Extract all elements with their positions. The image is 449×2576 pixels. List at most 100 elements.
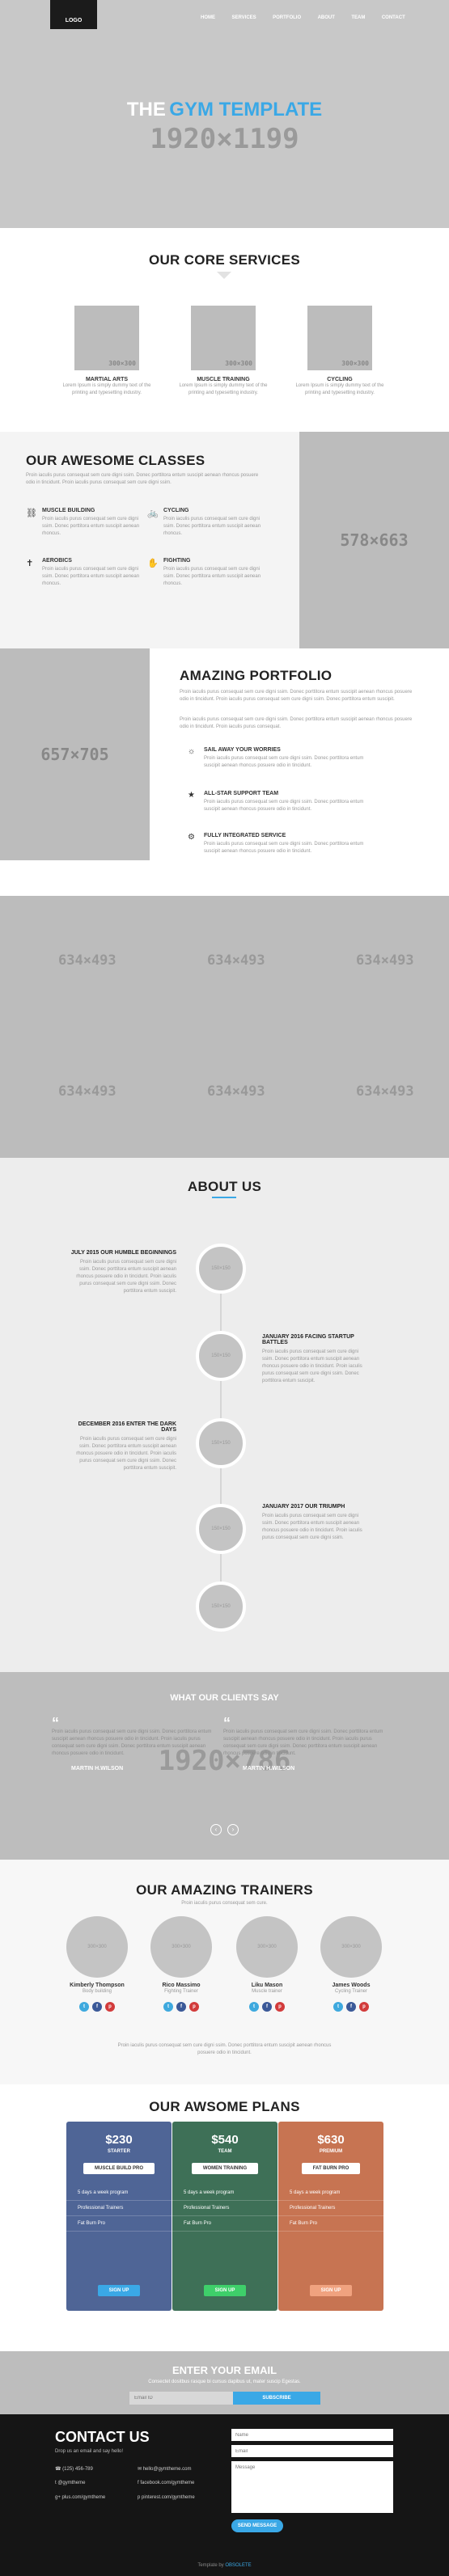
gallery-tile[interactable]: 634×493 xyxy=(58,952,116,969)
class-name: FIGHTING xyxy=(163,558,191,564)
event-desc: Proin iaculis purus consequat sem cure d… xyxy=(262,1514,362,1540)
contact-phone: ☎ (125) 456-789 xyxy=(55,2466,93,2472)
aerobics-icon: ✝ xyxy=(26,559,34,568)
trainer-photo: 300×300 xyxy=(320,1916,382,1978)
testimonials-title: WHAT OUR CLIENTS SAY xyxy=(170,1693,279,1703)
send-message-button[interactable]: SEND MESSAGE xyxy=(231,2519,283,2532)
footer-credit: Template by OBSOLETE xyxy=(0,2563,449,2568)
plan-tier: TEAM xyxy=(218,2149,232,2154)
gallery-tile[interactable]: 634×493 xyxy=(207,1083,265,1100)
trainer-role: Fighting Trainer xyxy=(164,1989,198,1994)
contact-title: CONTACT US xyxy=(55,2429,150,2445)
nav-services[interactable]: SERVICES xyxy=(231,15,256,20)
class-desc: Proin iaculis purus consequat sem cure d… xyxy=(163,567,261,586)
nav-contact[interactable]: CONTACT xyxy=(382,15,405,20)
contact-pinterest[interactable]: p pinterest.com/gymtheme xyxy=(138,2495,195,2500)
gallery-tile[interactable]: 634×493 xyxy=(356,1083,414,1100)
facebook-icon[interactable]: f xyxy=(262,2002,272,2012)
signup-button[interactable]: SIGN UP xyxy=(203,2285,247,2296)
classes-title: OUR AWESOME CLASSES xyxy=(26,453,205,468)
nav-about[interactable]: ABOUT xyxy=(318,15,335,20)
trainer-photo-label: 300×300 xyxy=(257,1945,277,1949)
timeline-event: JANUARY 2016 FACING STARTUP BATTLES Proi… xyxy=(262,1334,371,1385)
trainer-photo: 300×300 xyxy=(236,1916,298,1978)
facebook-icon[interactable]: f xyxy=(92,2002,102,2012)
subscribe-button[interactable]: SUBSCRIBE xyxy=(233,2392,320,2405)
class-name: AEROBICS xyxy=(42,558,72,564)
event-desc: Proin iaculis purus consequat sem cure d… xyxy=(262,1349,362,1383)
class-item: ✝ AEROBICS Proin iaculis purus consequat… xyxy=(26,558,147,588)
twitter-icon[interactable]: t xyxy=(163,2002,173,2012)
class-item: 🚲 CYCLING Proin iaculis purus consequat … xyxy=(147,508,269,538)
email-field[interactable] xyxy=(231,2445,393,2457)
service-name: MUSCLE TRAINING xyxy=(197,377,250,382)
plans-title: OUR AWSOME PLANS xyxy=(149,2099,300,2114)
service-card: 300×300 CYCLING Lorem Ipsum is simply du… xyxy=(295,306,384,397)
timeline-event: DECEMBER 2016 ENTER THE DARK DAYS Proin … xyxy=(68,1421,176,1472)
timeline-event: JULY 2015 OUR HUMBLE BEGINNINGS Proin ia… xyxy=(68,1250,176,1295)
service-name: CYCLING xyxy=(327,377,353,382)
title-underline xyxy=(212,1197,236,1198)
portfolio-item: ★ ALL-STAR SUPPORT TEAM Proin iaculis pu… xyxy=(188,791,374,813)
main-nav: HOME SERVICES PORTFOLIO ABOUT TEAM CONTA… xyxy=(188,8,405,23)
event-desc: Proin iaculis purus consequat sem cure d… xyxy=(76,1437,176,1471)
contact-facebook[interactable]: f facebook.com/gymtheme xyxy=(138,2481,194,2485)
facebook-icon[interactable]: f xyxy=(176,2002,186,2012)
gallery-tile[interactable]: 634×493 xyxy=(58,1083,116,1100)
logo[interactable]: LOGO xyxy=(50,0,97,29)
name-field[interactable] xyxy=(231,2429,393,2441)
trainer-role: Cycling Trainer xyxy=(334,1989,367,1994)
contact-google[interactable]: g+ plus.com/gymtheme xyxy=(55,2495,105,2500)
email-input[interactable] xyxy=(129,2392,233,2405)
testimonial-author: MARTIN H.WILSON xyxy=(243,1766,295,1772)
twitter-icon[interactable]: t xyxy=(249,2002,259,2012)
facebook-icon[interactable]: f xyxy=(346,2002,356,2012)
event-desc: Proin iaculis purus consequat sem cure d… xyxy=(76,1260,176,1294)
plan-card: $230 STARTER MUSCLE BUILD PRO 5 days a w… xyxy=(66,2122,172,2311)
gallery-tile[interactable]: 634×493 xyxy=(207,952,265,969)
email-text: hello@gymtheme.com xyxy=(142,2467,192,2472)
signup-button[interactable]: SIGN UP xyxy=(97,2285,141,2296)
timeline-img-label: 150×150 xyxy=(211,1441,231,1446)
phone-icon: ☎ xyxy=(55,2467,61,2472)
contact-email[interactable]: ✉ hello@gymtheme.com xyxy=(138,2466,191,2472)
gallery-tile[interactable]: 634×493 xyxy=(356,952,414,969)
timeline-circle: 150×150 xyxy=(196,1331,246,1381)
plan-price: $540 xyxy=(211,2133,239,2147)
credit-link[interactable]: OBSOLETE xyxy=(225,2563,251,2568)
nav-team[interactable]: TEAM xyxy=(351,15,365,20)
nav-home[interactable]: HOME xyxy=(201,15,215,20)
prev-arrow-button[interactable]: ‹ xyxy=(210,1824,222,1835)
hero-title-b: GYM TEMPLATE xyxy=(169,99,323,120)
pinterest-text: pinterest.com/gymtheme xyxy=(142,2495,195,2500)
plan-card: $540 TEAM WOMEN TRAINING 5 days a week p… xyxy=(172,2122,277,2311)
testimonial-quote: Proin iaculis purus consequat sem cure d… xyxy=(52,1729,212,1756)
nav-portfolio[interactable]: PORTFOLIO xyxy=(273,15,301,20)
plan-price-value: 230 xyxy=(112,2133,133,2147)
plan-feature: Professional Trainers xyxy=(172,2201,277,2216)
pinterest-icon[interactable]: p xyxy=(105,2002,115,2012)
testimonial-card: “ Proin iaculis purus consequat sem cure… xyxy=(223,1716,385,1772)
pinterest-icon[interactable]: p xyxy=(359,2002,369,2012)
timeline-img-label: 150×150 xyxy=(211,1604,231,1609)
signup-button[interactable]: SIGN UP xyxy=(309,2285,353,2296)
message-field[interactable] xyxy=(231,2461,393,2513)
portfolio-item-desc: Proin iaculis purus consequat sem cure d… xyxy=(204,800,364,812)
contact-twitter[interactable]: t @gymtheme xyxy=(55,2481,85,2485)
pinterest-icon[interactable]: p xyxy=(275,2002,285,2012)
trainer-photo-label: 300×300 xyxy=(172,1945,191,1949)
event-title: JULY 2015 OUR HUMBLE BEGINNINGS xyxy=(70,1250,176,1256)
pinterest-icon[interactable]: p xyxy=(189,2002,199,2012)
timeline-img-label: 150×150 xyxy=(211,1266,231,1271)
service-card: 300×300 MUSCLE TRAINING Lorem Ipsum is s… xyxy=(179,306,268,397)
twitter-icon[interactable]: t xyxy=(333,2002,343,2012)
gallery-section: 634×493 634×493 634×493 634×493 634×493 … xyxy=(0,896,449,1158)
next-arrow-button[interactable]: › xyxy=(227,1824,239,1835)
service-name: MARTIAL ARTS xyxy=(85,377,129,382)
plan-feature: Professional Trainers xyxy=(278,2201,383,2216)
plan-feature: Professional Trainers xyxy=(66,2201,172,2216)
class-desc: Proin iaculis purus consequat sem cure d… xyxy=(42,517,140,536)
timeline-circle: 150×150 xyxy=(196,1244,246,1294)
twitter-icon[interactable]: t xyxy=(79,2002,89,2012)
plan-card: $630 PREMIUM FAT BURN PRO 5 days a week … xyxy=(278,2122,383,2311)
